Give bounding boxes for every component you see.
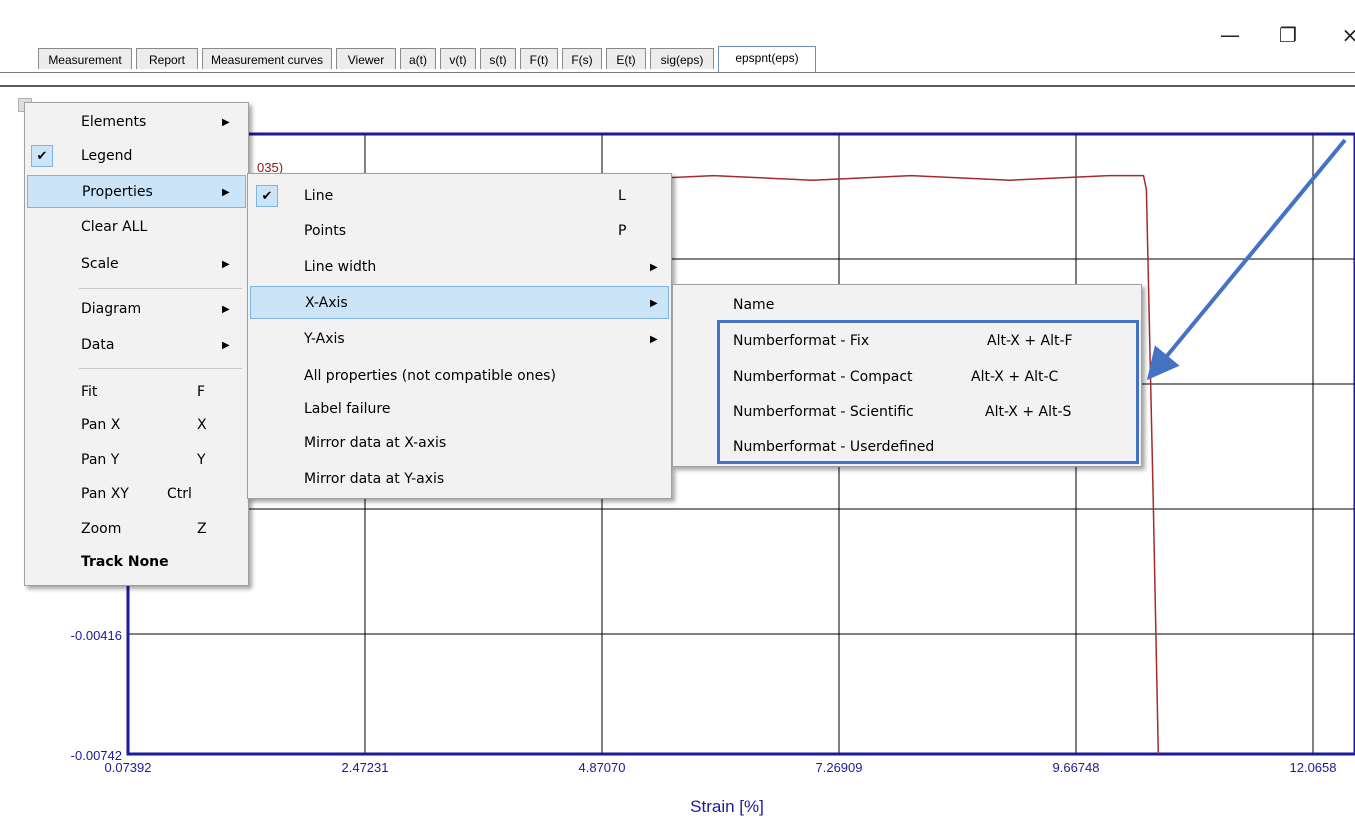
arrow-right-icon: ▶ — [222, 259, 230, 270]
menu-item-all-properties[interactable]: All properties (not compatible ones) — [250, 360, 669, 393]
menu-item-axis-name[interactable]: Name — [675, 289, 1139, 322]
properties-submenu: ✔ Line L Points P Line width ▶ X-Axis ▶ Y-Axi… — [247, 173, 672, 499]
menu-item-scale[interactable]: Scale ▶ — [27, 248, 246, 281]
x-tick-label: 12.0658 — [1290, 760, 1337, 775]
x-tick-label: 4.87070 — [579, 760, 626, 775]
x-axis-label: Strain [%] — [690, 797, 764, 816]
arrow-right-icon: ▶ — [222, 304, 230, 315]
menu-item-line[interactable]: ✔ Line L — [250, 180, 669, 213]
checkmark-icon: ✔ — [256, 185, 278, 207]
menu-item-data[interactable]: Data ▶ — [27, 329, 246, 362]
menu-item-track-none[interactable]: Track None — [27, 546, 246, 579]
arrow-right-icon: ▶ — [222, 340, 230, 351]
menu-item-x-axis[interactable]: X-Axis ▶ — [250, 286, 669, 319]
menu-item-label-failure[interactable]: Label failure — [250, 393, 669, 426]
menu-item-points[interactable]: Points P — [250, 215, 669, 248]
menu-item-y-axis[interactable]: Y-Axis ▶ — [250, 323, 669, 356]
menu-item-legend[interactable]: ✔ Legend — [27, 140, 246, 173]
menu-item-pan-y[interactable]: Pan YY — [27, 444, 246, 477]
menu-item-mirror-y[interactable]: Mirror data at Y-axis — [250, 463, 669, 496]
x-tick-label: 9.66748 — [1053, 760, 1100, 775]
menu-item-mirror-x[interactable]: Mirror data at X-axis — [250, 427, 669, 460]
arrow-right-icon: ▶ — [650, 334, 658, 345]
menu-item-pan-x[interactable]: Pan XX — [27, 409, 246, 442]
menu-separator — [79, 288, 242, 289]
arrow-right-icon: ▶ — [222, 117, 230, 128]
arrow-right-icon: ▶ — [222, 187, 230, 198]
arrow-right-icon: ▶ — [650, 262, 658, 273]
menu-separator — [79, 368, 242, 369]
menu-item-pan-xy[interactable]: Pan XY Ctrl — [27, 478, 246, 511]
menu-item-line-width[interactable]: Line width ▶ — [250, 251, 669, 284]
menu-item-zoom[interactable]: Zoom Z — [27, 513, 246, 546]
y-tick-label: -0.00742 — [71, 748, 122, 763]
menu-item-elements[interactable]: Elements ▶ — [27, 106, 246, 139]
x-tick-label: 2.47231 — [342, 760, 389, 775]
menu-item-diagram[interactable]: Diagram ▶ — [27, 293, 246, 326]
menu-item-properties[interactable]: Properties ▶ — [27, 175, 246, 208]
x-tick-label: 7.26909 — [816, 760, 863, 775]
arrow-right-icon: ▶ — [650, 298, 658, 309]
y-tick-label: -0.00416 — [71, 628, 122, 643]
checkmark-icon: ✔ — [31, 145, 53, 167]
menu-item-fit[interactable]: Fit F — [27, 376, 246, 409]
annotation-highlight-box — [717, 320, 1139, 464]
menu-item-clear-all[interactable]: Clear ALL — [27, 211, 246, 244]
context-menu: Elements ▶ ✔ Legend Properties ▶ Clear ALL … — [24, 102, 249, 586]
